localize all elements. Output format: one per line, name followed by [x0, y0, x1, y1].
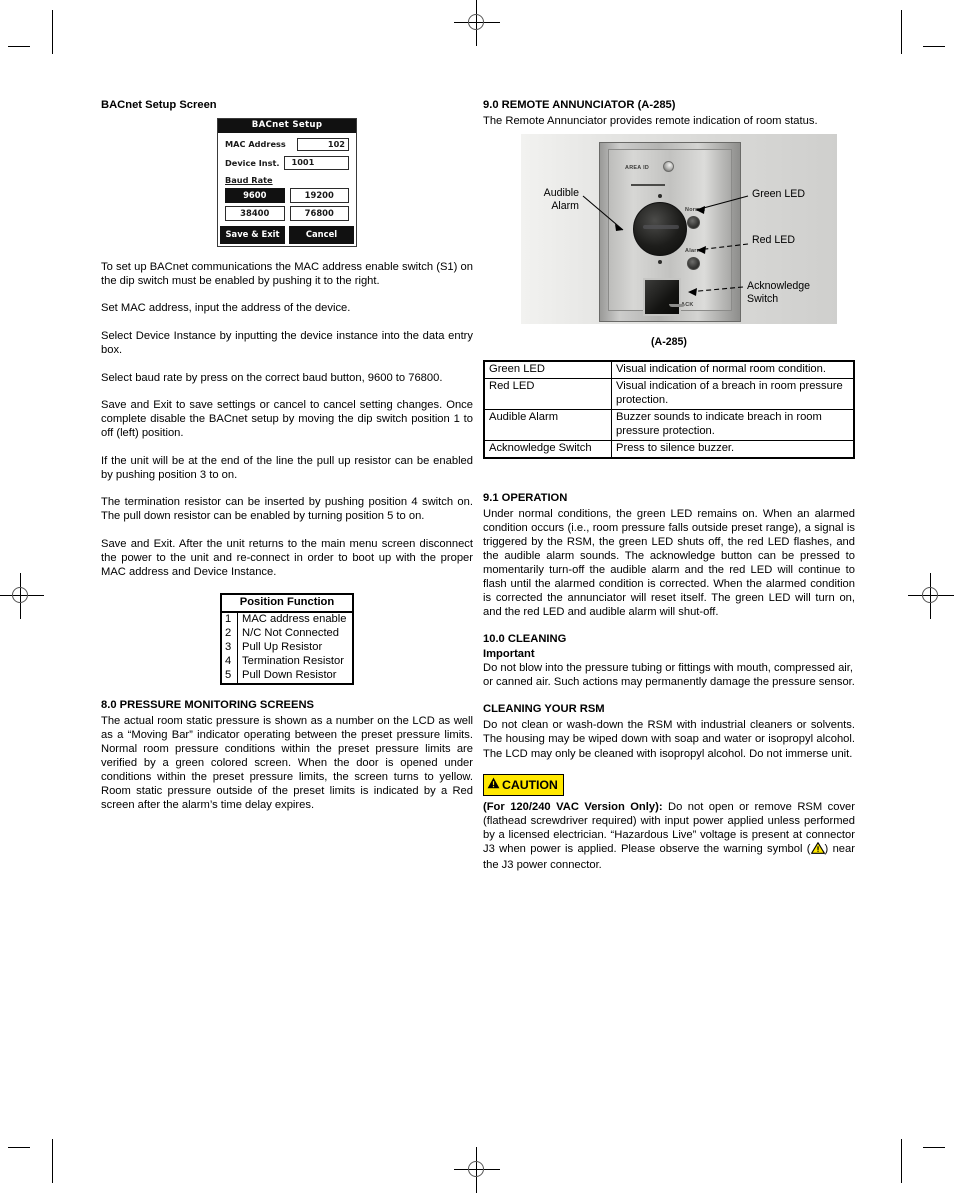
caution-badge: CAUTION: [483, 774, 564, 797]
position-number: 1: [220, 612, 238, 628]
table-row: Acknowledge Switch Press to silence buzz…: [483, 439, 855, 459]
position-number: 2: [220, 627, 238, 642]
crop-mark-top-right-horizontal: [923, 46, 945, 47]
device-instance-label: Device Inst.: [225, 157, 280, 168]
led-table-value: Press to silence buzzer.: [611, 439, 855, 459]
save-and-exit-button[interactable]: Save & Exit: [220, 226, 285, 244]
device-instance-row: Device Inst. 1001: [225, 156, 349, 170]
left-column: BACnet Setup Screen BACnet Setup MAC Add…: [101, 98, 473, 826]
paragraph-reboot: Save and Exit. After the unit returns to…: [101, 537, 473, 578]
table-row: Green LED Visual indication of normal ro…: [483, 360, 855, 380]
position-function-header: Position Function: [220, 593, 354, 614]
paragraph-pull-up-resistor: If the unit will be at the end of the li…: [101, 454, 473, 481]
paragraph-bacnet-setup: To set up BACnet communications the MAC …: [101, 260, 473, 287]
bacnet-setup-screen-figure: BACnet Setup MAC Address 102 Device Inst…: [101, 118, 473, 247]
baud-button-19200[interactable]: 19200: [289, 187, 349, 203]
device-instance-field[interactable]: 1001: [283, 156, 349, 170]
led-table-value: Visual indication of a breach in room pr…: [611, 378, 855, 410]
paragraph-set-mac-address: Set MAC address, input the address of th…: [101, 302, 351, 315]
section-10-subheading: Important: [483, 647, 535, 660]
paragraph-save-exit: Save and Exit to save settings or cancel…: [101, 399, 473, 440]
section-10-heading: 10.0 CLEANING: [483, 633, 567, 646]
section-9-1-heading: 9.1 OPERATION: [483, 491, 568, 504]
mac-address-label: MAC Address: [225, 139, 286, 150]
lcd-title-bar: BACnet Setup: [218, 119, 356, 133]
led-table-value: Buzzer sounds to indicate breach in room…: [611, 408, 855, 441]
figure-caption: (A-285): [651, 336, 687, 349]
section-9-heading: 9.0 REMOTE ANNUNCIATOR (A-285): [483, 99, 676, 111]
baud-rate-label: Baud Rate: [225, 174, 273, 185]
caution-lead: (For 120/240 VAC Version Only):: [483, 801, 663, 814]
cleaning-rsm-body: Do not clean or wash-down the RSM with i…: [483, 719, 855, 760]
led-table-value: Visual indication of normal room conditi…: [611, 360, 855, 380]
lcd-footer-buttons: Save & Exit Cancel: [218, 226, 356, 245]
table-row: Audible Alarm Buzzer sounds to indicate …: [483, 408, 855, 441]
leader-line-acknowledge-switch: [483, 134, 855, 334]
inline-warning-triangle-icon: [810, 842, 825, 858]
paragraph-device-instance: Select Device Instance by inputting the …: [101, 329, 473, 356]
cleaning-rsm-heading: CLEANING YOUR RSM: [483, 703, 605, 716]
crop-mark-bottom-right-horizontal: [923, 1147, 945, 1148]
crop-mark-top-left-vertical: [52, 10, 53, 54]
position-function: Termination Resistor: [237, 655, 354, 669]
registration-mark-top: [454, 0, 500, 46]
position-function-table: Position Function 1 MAC address enable 2…: [220, 592, 354, 685]
table-row: 2 N/C Not Connected: [220, 627, 354, 642]
baud-rate-buttons: 9600 19200 38400 76800: [225, 187, 349, 222]
paragraph-termination-resistor: The termination resistor can be inserted…: [101, 496, 473, 523]
table-row: 5 Pull Down Resistor: [220, 668, 354, 684]
document-page: BACnet Setup Screen BACnet Setup MAC Add…: [0, 0, 954, 1193]
section-10-body: Do not blow into the pressure tubing or …: [483, 661, 855, 688]
mac-address-field[interactable]: 102: [297, 137, 349, 152]
cancel-button[interactable]: Cancel: [289, 226, 354, 244]
lcd-panel: BACnet Setup MAC Address 102 Device Inst…: [217, 118, 357, 247]
position-function: MAC address enable: [237, 612, 354, 628]
led-table-key: Acknowledge Switch: [483, 439, 612, 459]
right-column: 9.0 REMOTE ANNUNCIATOR (A-285) The Remot…: [483, 98, 855, 886]
registration-mark-right: [908, 573, 954, 619]
section-9-1-body: Under normal conditions, the green LED r…: [483, 507, 855, 618]
baud-button-9600[interactable]: 9600: [225, 187, 285, 203]
table-header-row: Position Function: [220, 593, 354, 614]
annunciator-photo: AREA ID Normal Alarm ACK Audible Alarm G…: [483, 134, 855, 334]
bacnet-setup-screen-heading: BACnet Setup Screen: [101, 99, 217, 111]
annunciator-figure: AREA ID Normal Alarm ACK Audible Alarm G…: [483, 134, 855, 348]
table-row: Red LED Visual indication of a breach in…: [483, 378, 855, 410]
crop-mark-bottom-left-vertical: [52, 1139, 53, 1183]
section-8-heading: 8.0 PRESSURE MONITORING SCREENS: [101, 698, 315, 711]
baud-button-38400[interactable]: 38400: [225, 205, 285, 222]
crop-mark-bottom-right-vertical: [901, 1139, 902, 1183]
crop-mark-bottom-left-horizontal: [8, 1147, 30, 1148]
registration-mark-left: [0, 573, 44, 619]
table-row: 3 Pull Up Resistor: [220, 641, 354, 656]
position-function: Pull Up Resistor: [237, 641, 354, 656]
position-number: 4: [220, 655, 238, 669]
caution-label: CAUTION: [502, 777, 558, 792]
section-8-body: The actual room static pressure is shown…: [101, 714, 473, 812]
lcd-body: MAC Address 102 Device Inst. 1001 Baud R…: [218, 133, 356, 222]
table-row: 4 Termination Resistor: [220, 655, 354, 669]
position-number: 3: [220, 641, 238, 656]
led-table-key: Red LED: [483, 378, 612, 410]
led-description-table: Green LED Visual indication of normal ro…: [483, 360, 855, 459]
baud-button-76800[interactable]: 76800: [289, 205, 349, 222]
position-function: N/C Not Connected: [237, 627, 354, 642]
warning-triangle-icon: [487, 776, 500, 794]
position-number: 5: [220, 668, 238, 684]
position-function-table-wrapper: Position Function 1 MAC address enable 2…: [101, 592, 473, 685]
paragraph-baud-rate: Select baud rate by press on the correct…: [101, 371, 443, 384]
section-9-intro: The Remote Annunciator provides remote i…: [483, 115, 818, 128]
led-table-key: Audible Alarm: [483, 408, 612, 441]
crop-mark-top-left-horizontal: [8, 46, 30, 47]
caution-body: (For 120/240 VAC Version Only): Do not o…: [483, 800, 855, 872]
crop-mark-top-right-vertical: [901, 10, 902, 54]
registration-mark-bottom: [454, 1147, 500, 1193]
mac-address-row: MAC Address 102: [225, 137, 349, 152]
caution-block: CAUTION (For 120/240 VAC Version Only): …: [483, 774, 855, 872]
led-table-key: Green LED: [483, 360, 612, 380]
position-function: Pull Down Resistor: [237, 668, 354, 684]
table-row: 1 MAC address enable: [220, 612, 354, 628]
